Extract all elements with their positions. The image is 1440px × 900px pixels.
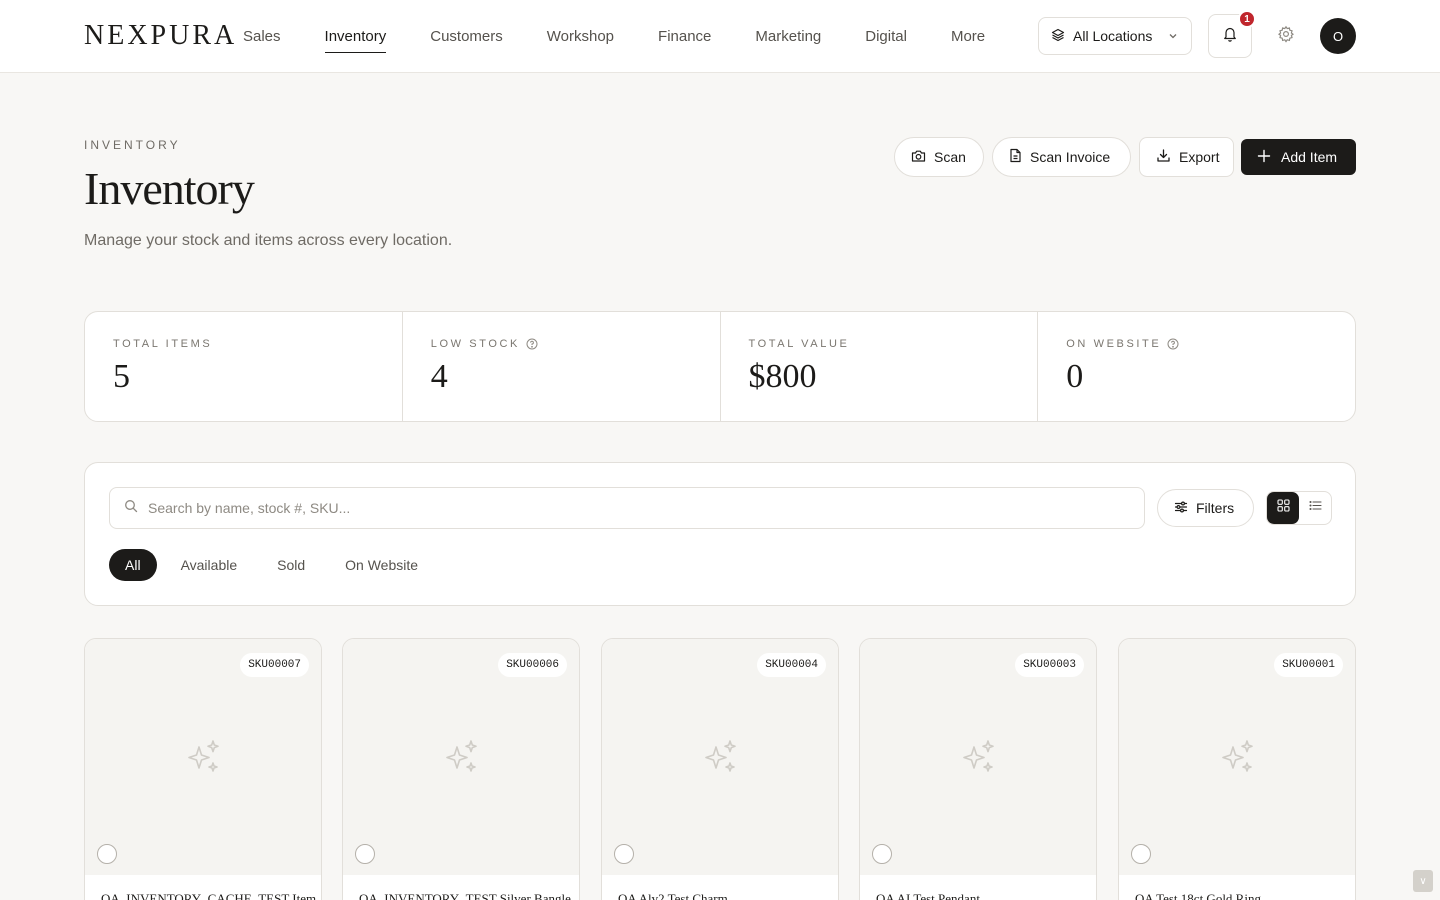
page-subtitle: Manage your stock and items across every… xyxy=(84,232,453,249)
product-card[interactable]: SKU00004 QA Alv2 Test Charm xyxy=(601,638,839,900)
chevron-down-icon xyxy=(1167,29,1179,45)
add-item-button-label: Add Item xyxy=(1281,149,1338,165)
nav-item-more[interactable]: More xyxy=(951,0,985,72)
stat-total-items: TOTAL ITEMS 5 xyxy=(85,312,403,421)
stat-on-website: ON WEBSITE 0 xyxy=(1038,312,1355,421)
product-image-placeholder: SKU00007 xyxy=(85,639,321,875)
sku-badge: SKU00006 xyxy=(498,653,567,677)
product-card[interactable]: SKU00007 QA_INVENTORY_CACHE_TEST Item xyxy=(84,638,322,900)
help-icon[interactable] xyxy=(1167,338,1179,350)
sku-badge: SKU00003 xyxy=(1015,653,1084,677)
stat-value: 5 xyxy=(113,358,130,395)
stat-low-stock: LOW STOCK 4 xyxy=(403,312,721,421)
grid-icon xyxy=(1276,499,1290,517)
product-name: QA_INVENTORY_CACHE_TEST Item xyxy=(101,891,317,900)
download-icon xyxy=(1156,148,1171,166)
location-select-value: All Locations xyxy=(1073,28,1153,44)
filters-button-label: Filters xyxy=(1196,500,1235,516)
product-image-placeholder: SKU00001 xyxy=(1119,639,1355,875)
select-checkbox[interactable] xyxy=(1131,844,1151,864)
nav-item-finance[interactable]: Finance xyxy=(658,0,711,72)
stat-total-value: TOTAL VALUE $800 xyxy=(721,312,1039,421)
plus-icon xyxy=(1257,149,1271,166)
product-image-placeholder: SKU00004 xyxy=(602,639,838,875)
status-tabs: All Available Sold On Website xyxy=(109,549,442,581)
product-image-placeholder: SKU00003 xyxy=(860,639,1096,875)
sparkles-icon xyxy=(702,739,740,782)
product-name: QA AI Test Pendant xyxy=(876,891,980,900)
sliders-icon xyxy=(1174,500,1188,517)
brand-logo[interactable]: NEXPURA xyxy=(84,20,237,52)
product-name: QA Alv2 Test Charm xyxy=(618,891,728,900)
sparkles-icon xyxy=(1219,739,1257,782)
stat-label: TOTAL ITEMS xyxy=(113,338,213,350)
nav-item-digital[interactable]: Digital xyxy=(865,0,907,72)
select-checkbox[interactable] xyxy=(872,844,892,864)
grid-view-button[interactable] xyxy=(1267,492,1299,524)
nav-item-marketing[interactable]: Marketing xyxy=(755,0,821,72)
stat-label: TOTAL VALUE xyxy=(748,338,850,350)
nav-item-sales[interactable]: Sales xyxy=(243,0,281,72)
page-eyebrow: INVENTORY xyxy=(84,138,181,152)
product-card[interactable]: SKU00006 QA_INVENTORY_TEST Silver Bangle xyxy=(342,638,580,900)
scan-button-label: Scan xyxy=(934,149,966,165)
product-card[interactable]: SKU00001 QA Test 18ct Gold Ring xyxy=(1118,638,1356,900)
stat-label: LOW STOCK xyxy=(430,338,520,350)
notification-badge: 1 xyxy=(1238,10,1256,28)
tab-available[interactable]: Available xyxy=(165,549,254,581)
export-button[interactable]: Export xyxy=(1139,137,1234,177)
select-checkbox[interactable] xyxy=(614,844,634,864)
stat-value: $800 xyxy=(748,358,817,395)
camera-icon xyxy=(911,149,926,166)
tab-on-website[interactable]: On Website xyxy=(329,549,434,581)
tab-sold[interactable]: Sold xyxy=(261,549,321,581)
filters-button[interactable]: Filters xyxy=(1157,489,1254,527)
document-icon xyxy=(1009,148,1022,166)
stat-value: 0 xyxy=(1066,358,1084,395)
list-icon xyxy=(1308,499,1322,517)
sku-badge: SKU00007 xyxy=(240,653,309,677)
help-icon[interactable] xyxy=(526,338,538,350)
product-image-placeholder: SKU00006 xyxy=(343,639,579,875)
sparkles-icon xyxy=(443,739,481,782)
nav-item-customers[interactable]: Customers xyxy=(430,0,503,72)
gear-icon xyxy=(1277,25,1295,48)
search-input[interactable] xyxy=(148,500,1048,516)
list-view-button[interactable] xyxy=(1299,492,1331,524)
product-card[interactable]: SKU00003 QA AI Test Pendant xyxy=(859,638,1097,900)
top-navigation-bar: NEXPURA Sales Inventory Customers Worksh… xyxy=(0,0,1440,73)
view-toggle xyxy=(1266,491,1332,525)
scan-invoice-button[interactable]: Scan Invoice xyxy=(992,137,1131,177)
scan-invoice-button-label: Scan Invoice xyxy=(1030,149,1111,165)
product-name: QA_INVENTORY_TEST Silver Bangle xyxy=(359,891,571,900)
sku-badge: SKU00001 xyxy=(1274,653,1343,677)
select-checkbox[interactable] xyxy=(355,844,375,864)
stat-label: ON WEBSITE xyxy=(1066,338,1162,350)
search-icon xyxy=(124,499,138,518)
add-item-button[interactable]: Add Item xyxy=(1241,139,1356,175)
layers-icon xyxy=(1051,28,1065,45)
bell-icon xyxy=(1223,26,1237,47)
sku-badge: SKU00004 xyxy=(757,653,826,677)
tab-all[interactable]: All xyxy=(109,549,157,581)
nav-item-workshop[interactable]: Workshop xyxy=(547,0,614,72)
filter-panel: Filters All Available Sold On Website xyxy=(84,462,1356,606)
location-select[interactable]: All Locations xyxy=(1038,17,1192,55)
nav-item-inventory[interactable]: Inventory xyxy=(324,0,386,72)
settings-button[interactable] xyxy=(1274,24,1298,48)
stats-bar: TOTAL ITEMS 5 LOW STOCK 4 TOTAL VALUE $8… xyxy=(84,311,1356,422)
main-nav: Sales Inventory Customers Workshop Finan… xyxy=(243,0,1029,72)
sparkles-icon xyxy=(185,739,223,782)
sparkles-icon xyxy=(960,739,998,782)
avatar[interactable]: O xyxy=(1320,18,1356,54)
export-button-label: Export xyxy=(1179,149,1220,165)
page-title: Inventory xyxy=(84,163,255,214)
scan-button[interactable]: Scan xyxy=(894,137,984,177)
search-box[interactable] xyxy=(109,487,1145,529)
stat-value: 4 xyxy=(430,358,448,395)
select-checkbox[interactable] xyxy=(97,844,117,864)
scroll-down-icon[interactable]: ∨ xyxy=(1413,870,1433,892)
product-name: QA Test 18ct Gold Ring xyxy=(1135,891,1261,900)
